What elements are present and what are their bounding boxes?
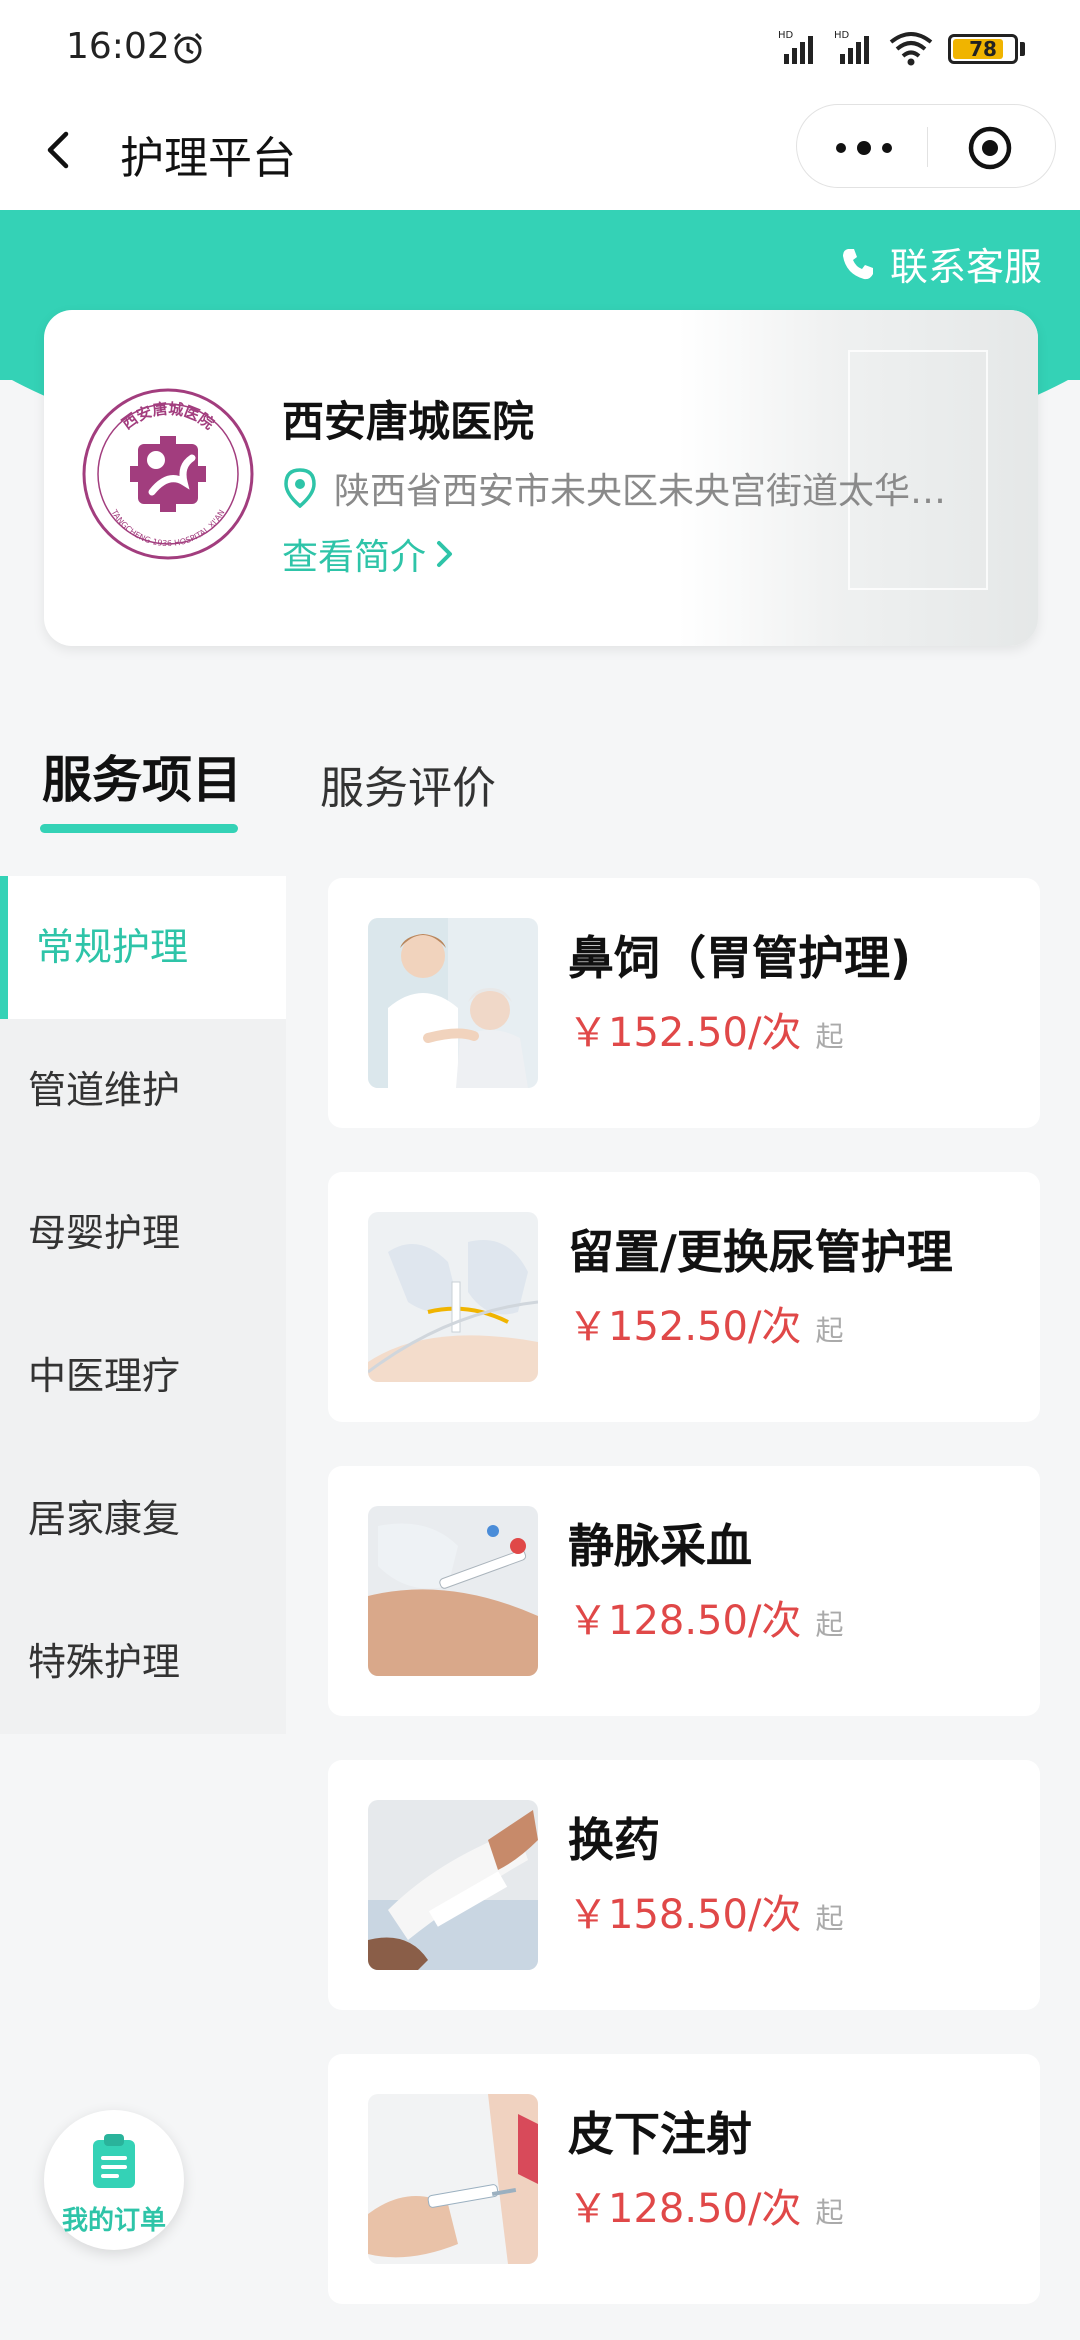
- close-target-icon[interactable]: [967, 125, 1013, 171]
- category-item-special-care[interactable]: 特殊护理: [0, 1591, 286, 1734]
- service-image: [368, 1212, 538, 1382]
- category-menu: 常规护理 管道维护 母婴护理 中医理疗 居家康复 特殊护理: [0, 876, 286, 1734]
- signal-icon: HD: [834, 30, 869, 64]
- service-image: [368, 1800, 538, 1970]
- contact-service-button[interactable]: 联系客服: [840, 236, 1042, 291]
- price-row: ￥158.50/次 起: [568, 1882, 843, 1940]
- service-price: ￥158.50/次: [568, 1892, 802, 1938]
- status-bar: 16:02 HD HD 78: [0, 0, 1080, 96]
- status-time: 16:02: [66, 26, 170, 67]
- nav-bar: 护理平台: [0, 96, 1080, 210]
- price-suffix: 起: [815, 1314, 844, 1347]
- category-item-home-rehab[interactable]: 居家康复: [0, 1448, 286, 1591]
- wifi-icon: [889, 32, 933, 66]
- alarm-icon: [173, 32, 203, 64]
- my-orders-button[interactable]: 我的订单: [44, 2110, 184, 2250]
- service-card[interactable]: 留置/更换尿管护理 ￥152.50/次 起: [328, 1172, 1040, 1422]
- service-price: ￥128.50/次: [568, 1598, 802, 1644]
- svg-text:HD: HD: [834, 30, 850, 41]
- tab-service-items[interactable]: 服务项目: [42, 740, 242, 812]
- hospital-logo: 西安唐城医院 TANGCHENG 1936 HOSPITAL XI'AN: [82, 388, 254, 560]
- location-icon: [284, 468, 316, 508]
- price-row: ￥152.50/次 起: [568, 1000, 843, 1058]
- service-title: 鼻饲（胃管护理): [568, 931, 912, 985]
- category-item-tcm-therapy[interactable]: 中医理疗: [0, 1305, 286, 1448]
- hospital-name: 西安唐城医院: [282, 397, 535, 446]
- service-image: [368, 1506, 538, 1676]
- price-row: ￥128.50/次 起: [568, 1588, 843, 1646]
- clipboard-icon: [93, 2134, 135, 2188]
- mini-program-capsule: [796, 104, 1056, 188]
- service-price: ￥128.50/次: [568, 2186, 802, 2232]
- service-title: 静脉采血: [568, 1519, 752, 1573]
- hospital-card[interactable]: 西安唐城医院 TANGCHENG 1936 HOSPITAL XI'AN 西安唐…: [44, 310, 1038, 646]
- category-item-maternal-infant[interactable]: 母婴护理: [0, 1162, 286, 1305]
- price-suffix: 起: [815, 2196, 844, 2229]
- view-intro-link[interactable]: 查看简介: [282, 528, 456, 580]
- back-icon[interactable]: [36, 116, 82, 184]
- chevron-right-icon: [437, 541, 453, 567]
- service-image: [368, 918, 538, 1088]
- service-price: ￥152.50/次: [568, 1304, 802, 1350]
- service-card[interactable]: 鼻饲（胃管护理) ￥152.50/次 起: [328, 878, 1040, 1128]
- price-row: ￥152.50/次 起: [568, 1294, 843, 1352]
- more-icon[interactable]: [827, 137, 901, 159]
- service-card[interactable]: 换药 ￥158.50/次 起: [328, 1760, 1040, 2010]
- price-suffix: 起: [815, 1902, 844, 1935]
- tab-active-indicator: [40, 824, 238, 833]
- price-row: ￥128.50/次 起: [568, 2176, 843, 2234]
- price-suffix: 起: [815, 1608, 844, 1641]
- battery-level: 78: [969, 37, 997, 61]
- my-orders-label: 我的订单: [61, 2206, 166, 2236]
- contact-service-label: 联系客服: [889, 245, 1042, 289]
- service-title: 留置/更换尿管护理: [568, 1225, 953, 1279]
- service-card[interactable]: 皮下注射 ￥128.50/次 起: [328, 2054, 1040, 2304]
- battery-icon: 78: [948, 34, 1018, 64]
- category-item-routine-care[interactable]: 常规护理: [0, 876, 286, 1019]
- hospital-address: 陕西省西安市未央区未央宫街道太华…: [334, 471, 947, 512]
- page-title: 护理平台: [120, 133, 296, 184]
- signal-icon: HD: [778, 30, 813, 64]
- phone-icon: [842, 248, 873, 279]
- category-item-tube-maintenance[interactable]: 管道维护: [0, 1019, 286, 1162]
- tab-service-reviews[interactable]: 服务评价: [320, 752, 496, 816]
- service-card[interactable]: 静脉采血 ￥128.50/次 起: [328, 1466, 1040, 1716]
- service-price: ￥152.50/次: [568, 1010, 802, 1056]
- service-title: 皮下注射: [568, 2107, 752, 2161]
- service-title: 换药: [568, 1813, 660, 1867]
- svg-text:HD: HD: [778, 30, 794, 41]
- view-intro-label: 查看简介: [282, 537, 427, 578]
- service-image: [368, 2094, 538, 2264]
- price-suffix: 起: [815, 1020, 844, 1053]
- service-list: 鼻饲（胃管护理) ￥152.50/次 起 留置/更换尿管护理 ￥152.50/次…: [328, 878, 1040, 2340]
